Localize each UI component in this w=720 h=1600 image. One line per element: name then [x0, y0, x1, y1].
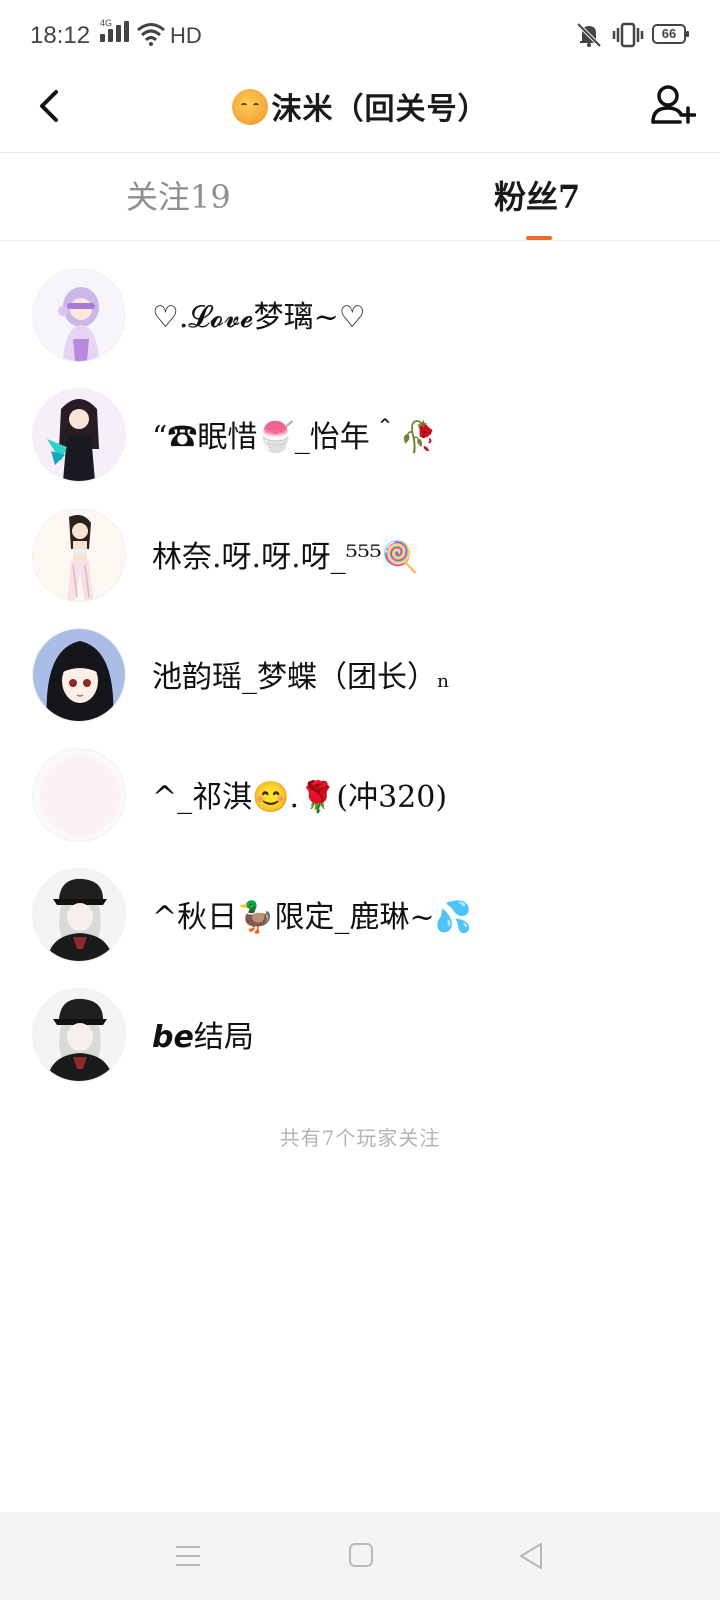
avatar[interactable] — [32, 868, 126, 962]
avatar[interactable] — [32, 628, 126, 722]
fan-name: ♡.𝓛𝓸𝓿𝓮梦璃~♡ — [152, 300, 366, 335]
fan-name: ^_祁淇😊.🌹(冲320) — [152, 780, 448, 815]
fan-name: 池韵瑶_梦蝶（团长）ₙ — [152, 660, 450, 695]
list-item[interactable]: 池韵瑶_梦蝶（团长）ₙ — [0, 600, 720, 722]
system-nav-bar — [0, 1512, 720, 1600]
fans-list: ♡.𝓛𝓸𝓿𝓮梦璃~♡ “☎眠惜🍧_怡年＾🥀 林奈.呀.呀.呀_⁵⁵⁵🍭 池韵瑶_… — [0, 240, 720, 1082]
network-type: 4G — [100, 18, 113, 28]
avatar[interactable] — [32, 388, 126, 482]
list-item[interactable]: ^_祁淇😊.🌹(冲320) — [0, 720, 720, 842]
vibrate-icon — [612, 22, 644, 48]
fan-name: 𝙗𝙚结局 — [152, 1020, 254, 1055]
back-triangle-icon[interactable] — [518, 1542, 544, 1570]
hd-indicator: HD — [170, 23, 202, 48]
avatar[interactable] — [32, 748, 126, 842]
fan-name: “☎眠惜🍧_怡年＾🥀 — [152, 420, 438, 455]
list-item[interactable]: “☎眠惜🍧_怡年＾🥀 — [0, 360, 720, 482]
status-bar: 18:12 4G HD 66 — [0, 0, 720, 72]
tab-fans[interactable]: 粉丝7 — [494, 172, 580, 218]
signal-icon: 4G — [100, 18, 130, 42]
mute-icon — [576, 22, 602, 48]
avatar[interactable] — [32, 268, 126, 362]
list-item[interactable]: ^秋日🦆限定_鹿琳~💦 — [0, 840, 720, 962]
app-bar: 沫米（回关号） — [0, 72, 720, 153]
fan-name: ^秋日🦆限定_鹿琳~💦 — [152, 900, 472, 935]
list-item[interactable]: ♡.𝓛𝓸𝓿𝓮梦璃~♡ — [0, 240, 720, 362]
battery-icon: 66 — [652, 24, 689, 44]
list-item[interactable]: 林奈.呀.呀.呀_⁵⁵⁵🍭 — [0, 480, 720, 602]
avatar[interactable] — [32, 508, 126, 602]
avatar[interactable] — [32, 988, 126, 1082]
fans-count-note: 共有7个玩家关注 — [279, 1126, 441, 1150]
face-emoji-icon — [231, 89, 268, 125]
tab-bar: 关注19 粉丝7 — [0, 152, 720, 241]
wifi-icon — [137, 23, 165, 46]
status-time: 18:12 — [30, 22, 91, 49]
tab-following[interactable]: 关注19 — [126, 172, 231, 218]
home-icon[interactable] — [348, 1542, 374, 1568]
page-title-text: 沫米（回关号） — [271, 92, 489, 127]
page-title: 沫米（回关号） — [0, 84, 720, 128]
add-user-icon[interactable] — [650, 82, 696, 128]
menu-icon[interactable] — [175, 1544, 201, 1568]
fan-name: 林奈.呀.呀.呀_⁵⁵⁵🍭 — [152, 540, 420, 575]
list-item[interactable]: 𝙗𝙚结局 — [0, 960, 720, 1082]
